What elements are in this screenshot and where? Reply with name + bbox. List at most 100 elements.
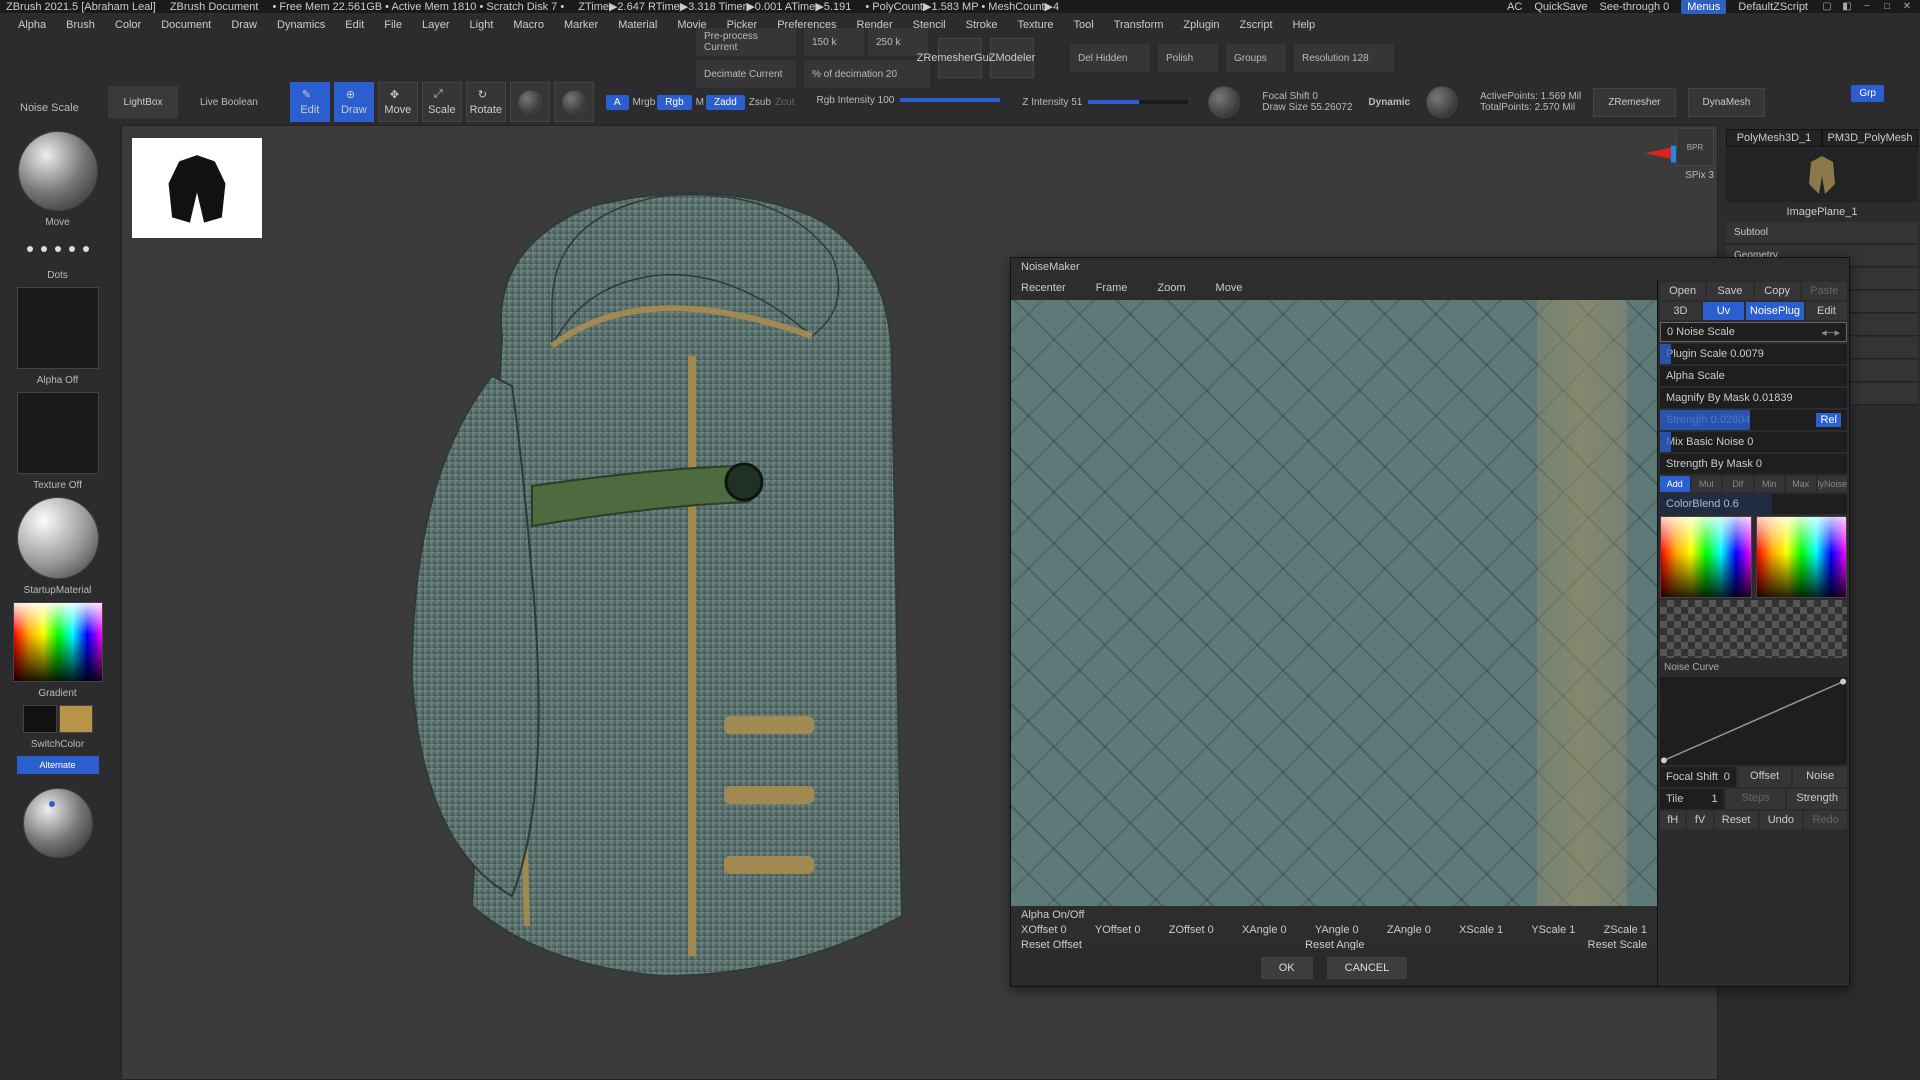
menu-material[interactable]: Material xyxy=(618,19,657,31)
nm-open[interactable]: Open xyxy=(1660,282,1705,300)
menu-light[interactable]: Light xyxy=(470,19,494,31)
stroke-icon[interactable] xyxy=(23,234,93,264)
nm-undo[interactable]: Undo xyxy=(1760,811,1803,829)
menu-marker[interactable]: Marker xyxy=(564,19,598,31)
nm-color2[interactable] xyxy=(1756,516,1848,598)
dynamesh-button[interactable]: DynaMesh xyxy=(1688,88,1766,117)
draw-size-label[interactable]: Draw Size 55.26072 xyxy=(1262,102,1352,113)
nm-alpha-thumb[interactable] xyxy=(1660,600,1847,658)
decimate-button[interactable]: Decimate Current xyxy=(696,60,796,88)
zmodeler-icon[interactable]: ZModeler xyxy=(990,38,1034,78)
live-boolean-toggle[interactable]: Live Boolean xyxy=(200,97,258,108)
lightbox-button[interactable]: LightBox xyxy=(108,86,178,118)
nm-colorblend-slider[interactable]: ColorBlend 0.6 xyxy=(1660,494,1847,514)
nm-noiseplug[interactable]: NoisePlug xyxy=(1746,302,1804,320)
dynamic-toggle[interactable]: Dynamic xyxy=(1368,97,1410,108)
menu-macro[interactable]: Macro xyxy=(513,19,544,31)
menu-brush[interactable]: Brush xyxy=(66,19,95,31)
quicksave-button[interactable]: QuickSave xyxy=(1534,1,1587,13)
mrgb-label[interactable]: Mrgb xyxy=(633,97,656,108)
see-through-slider[interactable]: See-through 0 xyxy=(1600,1,1670,13)
preprocess-button[interactable]: Pre-process Current xyxy=(696,28,796,56)
nm-xscale[interactable]: XScale 1 xyxy=(1459,924,1503,936)
menus-button[interactable]: Menus xyxy=(1681,0,1726,14)
menu-stroke[interactable]: Stroke xyxy=(966,19,998,31)
nm-zoom[interactable]: Zoom xyxy=(1157,282,1185,298)
nm-noise-curve[interactable] xyxy=(1660,677,1847,765)
texture-thumb[interactable] xyxy=(17,392,99,474)
nm-strengthmask-slider[interactable]: Strength By Mask 0 xyxy=(1660,454,1847,474)
focal-shift-label[interactable]: Focal Shift 0 xyxy=(1262,91,1352,102)
nm-color1[interactable] xyxy=(1660,516,1752,598)
menu-texture[interactable]: Texture xyxy=(1017,19,1053,31)
menu-dynamics[interactable]: Dynamics xyxy=(277,19,325,31)
nm-yoffset[interactable]: YOffset 0 xyxy=(1095,924,1141,936)
menu-file[interactable]: File xyxy=(384,19,402,31)
nm-uv[interactable]: Uv xyxy=(1703,302,1744,320)
nm-steps[interactable]: Steps xyxy=(1726,789,1786,809)
nm-strength-btn[interactable]: Strength xyxy=(1787,789,1847,809)
layout2-icon[interactable]: ◧ xyxy=(1840,0,1854,14)
nm-reset[interactable]: Reset xyxy=(1715,811,1758,829)
nm-noise-btn[interactable]: Noise xyxy=(1793,767,1847,787)
nm-fh[interactable]: fH xyxy=(1660,811,1685,829)
nm-focal-shift[interactable]: Focal Shift 0 xyxy=(1660,767,1736,787)
decimation-percent[interactable]: % of decimation 20 xyxy=(804,60,930,88)
z-intensity-label[interactable]: Z Intensity 51 xyxy=(1022,97,1082,108)
nm-mixbasic-slider[interactable]: Mix Basic Noise 0 xyxy=(1660,432,1847,452)
primary-swatch[interactable] xyxy=(23,705,57,733)
nm-blend-min[interactable]: Min xyxy=(1755,476,1785,492)
nm-blend-noise[interactable]: lyNoise xyxy=(1818,476,1848,492)
nm-zoffset[interactable]: ZOffset 0 xyxy=(1169,924,1214,936)
subtool-tab-2[interactable]: PM3D_PolyMesh xyxy=(1822,129,1918,147)
nm-recenter[interactable]: Recenter xyxy=(1021,282,1066,298)
menu-edit[interactable]: Edit xyxy=(345,19,364,31)
menu-zscript[interactable]: Zscript xyxy=(1240,19,1273,31)
decimation-150k[interactable]: 150 k xyxy=(804,28,864,56)
gizmo-icon[interactable] xyxy=(510,82,550,122)
menu-help[interactable]: Help xyxy=(1293,19,1316,31)
gyro-preview[interactable] xyxy=(23,788,93,858)
zcut-label[interactable]: Zcut xyxy=(775,97,794,108)
channel-a[interactable]: A xyxy=(606,95,629,110)
nm-blend-max[interactable]: Max xyxy=(1786,476,1816,492)
nm-cancel-button[interactable]: CANCEL xyxy=(1327,957,1408,979)
nm-edit[interactable]: Edit xyxy=(1806,302,1847,320)
rgb-intensity-label[interactable]: Rgb Intensity 100 xyxy=(816,95,894,106)
rotate-mode-button[interactable]: ↻Rotate xyxy=(466,82,506,122)
nm-strength-slider[interactable]: Strength 0.02804Rel xyxy=(1660,410,1847,430)
nm-noise-scale-slider[interactable]: 0 Noise Scale◂─▸ xyxy=(1660,322,1847,342)
resolution-slider[interactable]: Resolution 128 xyxy=(1294,44,1394,72)
zsub-label[interactable]: Zsub xyxy=(749,97,771,108)
spix-value[interactable]: SPix 3 xyxy=(1685,170,1714,181)
menu-alpha[interactable]: Alpha xyxy=(18,19,46,31)
groups-button[interactable]: Groups xyxy=(1226,44,1286,72)
close-icon[interactable]: ✕ xyxy=(1900,0,1914,14)
tool-subtool[interactable]: Subtool xyxy=(1726,222,1918,244)
secondary-swatch[interactable] xyxy=(59,705,93,733)
nm-copy[interactable]: Copy xyxy=(1755,282,1800,300)
grp-toggle[interactable]: Grp xyxy=(1851,85,1884,102)
zremesher-guide-icon[interactable]: ZRemesherGuide xyxy=(938,38,982,78)
menu-draw[interactable]: Draw xyxy=(231,19,257,31)
nm-preview[interactable] xyxy=(1011,300,1657,906)
scale-mode-button[interactable]: ⤢Scale xyxy=(422,82,462,122)
nm-zscale[interactable]: ZScale 1 xyxy=(1604,924,1647,936)
menu-tool[interactable]: Tool xyxy=(1074,19,1094,31)
zremesher-button[interactable]: ZRemesher xyxy=(1593,88,1675,117)
alpha-onoff-toggle[interactable]: Alpha On/Off xyxy=(1021,909,1647,921)
switchcolor-label[interactable]: SwitchColor xyxy=(31,739,84,750)
nm-tile[interactable]: Tile 1 xyxy=(1660,789,1724,809)
nm-save[interactable]: Save xyxy=(1707,282,1752,300)
menu-transform[interactable]: Transform xyxy=(1114,19,1164,31)
nm-paste[interactable]: Paste xyxy=(1802,282,1847,300)
nm-move[interactable]: Move xyxy=(1216,282,1243,298)
material-thumb[interactable] xyxy=(17,497,99,579)
nm-ok-button[interactable]: OK xyxy=(1261,957,1313,979)
nm-3d[interactable]: 3D xyxy=(1660,302,1701,320)
tool-thumbnail[interactable] xyxy=(1726,148,1918,202)
move-mode-button[interactable]: ✥Move xyxy=(378,82,418,122)
brush-icon[interactable] xyxy=(18,131,98,211)
nm-fv[interactable]: fV xyxy=(1687,811,1712,829)
nm-rel-toggle[interactable]: Rel xyxy=(1816,413,1841,427)
